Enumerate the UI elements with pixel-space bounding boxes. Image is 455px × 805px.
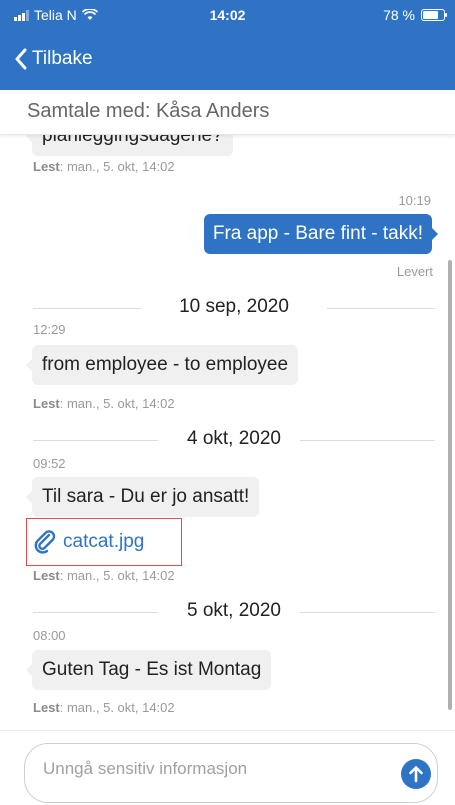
read-prefix: Lest (33, 568, 60, 583)
message-text: planleggingsdagene? (42, 134, 223, 146)
message-time: 08:00 (33, 628, 66, 643)
back-button[interactable]: Tilbake (14, 48, 93, 70)
message-text: Guten Tag - Es ist Montag (42, 659, 262, 680)
message-input[interactable] (41, 758, 375, 780)
attachment-content: catcat.jpg (33, 529, 144, 555)
attachment-link[interactable]: catcat.jpg (26, 518, 182, 566)
send-button[interactable] (401, 759, 431, 789)
message-bubble-incoming[interactable]: Til sara - Du er jo ansatt! (25, 477, 260, 517)
scrollbar[interactable] (448, 260, 452, 710)
date-label: 5 okt, 2020 (186, 600, 282, 621)
read-value: : man., 5. okt, 14:02 (59, 700, 175, 715)
date-label: 10 sep, 2020 (179, 296, 289, 317)
message-time: 12:29 (33, 322, 66, 337)
read-receipt: Lest: man., 5. okt, 14:02 (33, 396, 175, 411)
read-value: : man., 5. okt, 14:02 (59, 159, 175, 174)
read-receipt: Lest: man., 5. okt, 14:02 (33, 568, 175, 583)
message-text: Fra app - Bare fint - takk! (212, 223, 423, 244)
conversation-header: Samtale med: Kåsa Anders (0, 90, 455, 135)
read-prefix: Lest (33, 396, 60, 411)
battery-percent: 78 % (383, 7, 415, 23)
nav-bar: Tilbake (0, 34, 455, 90)
delivery-status: Levert (396, 264, 433, 279)
date-divider: 5 okt, 2020 (33, 600, 435, 624)
read-receipt: Lest: man., 5. okt, 14:02 (33, 700, 175, 715)
message-time: 10:19 (398, 193, 431, 208)
paperclip-icon (34, 530, 56, 554)
conversation-title: Samtale med: Kåsa Anders (27, 100, 270, 122)
arrow-up-icon (409, 766, 423, 783)
read-value: : man., 5. okt, 14:02 (59, 396, 175, 411)
back-label: Tilbake (32, 48, 93, 69)
read-value: : man., 5. okt, 14:02 (59, 568, 175, 583)
message-thread[interactable]: planleggingsdagene? Lest: man., 5. okt, … (0, 134, 455, 730)
read-receipt: Lest: man., 5. okt, 14:02 (33, 159, 175, 174)
date-label: 4 okt, 2020 (186, 428, 282, 449)
status-bar: Telia N 14:02 78 % (0, 0, 455, 34)
status-right: 78 % (383, 7, 447, 23)
chevron-left-icon (15, 48, 27, 70)
message-bubble-outgoing[interactable]: Fra app - Bare fint - takk! (203, 214, 439, 254)
battery-icon (421, 9, 447, 21)
date-divider: 10 sep, 2020 (33, 296, 435, 320)
read-prefix: Lest (33, 159, 60, 174)
message-bubble-incoming[interactable]: planleggingsdagene? (26, 134, 233, 156)
date-divider: 4 okt, 2020 (33, 428, 435, 452)
message-bubble-incoming[interactable]: from employee - to employee (25, 345, 299, 385)
message-bubble-incoming[interactable]: Guten Tag - Es ist Montag (25, 650, 272, 690)
message-input-box[interactable] (24, 743, 438, 803)
message-time: 09:52 (33, 456, 66, 471)
message-text: Til sara - Du er jo ansatt! (42, 486, 250, 507)
message-composer (0, 730, 455, 805)
read-prefix: Lest (33, 700, 60, 715)
attachment-filename: catcat.jpg (63, 531, 145, 552)
message-text: from employee - to employee (42, 354, 289, 375)
